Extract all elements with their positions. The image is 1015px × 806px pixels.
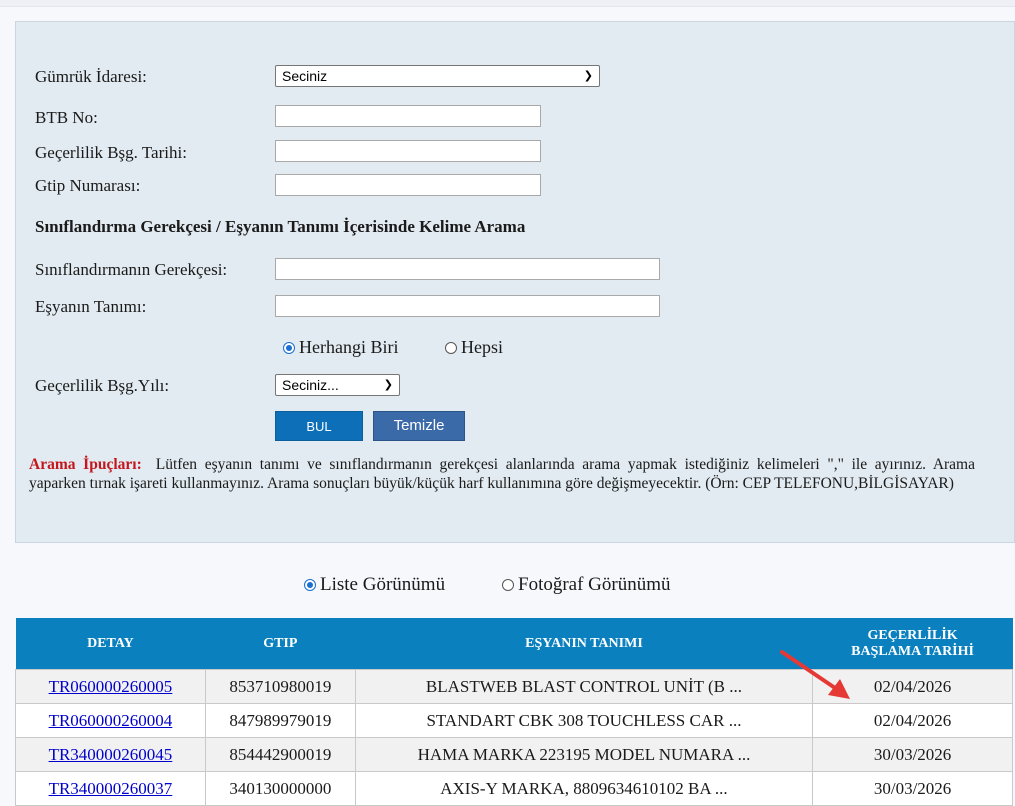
detay-header: DETAY xyxy=(15,618,206,670)
detay-cell: TR060000260004 xyxy=(15,703,206,738)
gecerlilik-yili-value: Seciniz... xyxy=(282,377,339,393)
tanim-cell: AXIS-Y MARKA, 8809634610102 BA ... xyxy=(354,771,814,806)
search-tips: Arama İpuçları: Lütfen eşyanın tanımı ve … xyxy=(29,455,975,493)
tarih-cell: 30/03/2026 xyxy=(812,771,1013,806)
detay-cell: TR340000260045 xyxy=(15,737,206,772)
gumruk-idaresi-select[interactable]: Seciniz ❯ xyxy=(275,65,600,87)
tips-text: Lütfen eşyanın tanımı ve sınıflandırmanı… xyxy=(29,456,975,492)
btb-no-input[interactable] xyxy=(275,105,541,127)
tips-heading: Arama İpuçları: xyxy=(29,456,142,473)
gerekce-label: Sınıflandırmanın Gerekçesi: xyxy=(35,260,228,279)
detay-link[interactable]: TR060000260005 xyxy=(49,677,173,696)
gerekce-input[interactable] xyxy=(275,258,660,280)
detay-cell: TR340000260037 xyxy=(15,771,206,806)
gtip-cell: 847989979019 xyxy=(204,703,356,738)
list-view-label: Liste Görünümü xyxy=(320,573,446,595)
list-view-option[interactable]: Liste Görünümü xyxy=(304,573,445,596)
gtip-cell: 853710980019 xyxy=(204,669,356,704)
match-all-radio[interactable] xyxy=(445,341,457,354)
results-table: DETAY GTIP EŞYANIN TANIMI GEÇERLİLİK BAŞ… xyxy=(15,618,1013,806)
photo-view-radio[interactable] xyxy=(502,578,514,591)
gtip-cell: 854442900019 xyxy=(204,737,356,772)
list-view-radio[interactable] xyxy=(304,578,316,591)
detay-link[interactable]: TR060000260004 xyxy=(49,711,173,730)
match-any-option[interactable]: Herhangi Biri xyxy=(283,337,398,358)
annotation-arrow-icon xyxy=(780,650,850,699)
detay-link[interactable]: TR340000260037 xyxy=(49,779,173,798)
photo-view-label: Fotoğraf Görünümü xyxy=(518,573,671,595)
match-any-label: Herhangi Biri xyxy=(299,337,399,357)
detay-cell: TR060000260005 xyxy=(15,669,206,704)
tanim-cell: HAMA MARKA 223195 MODEL NUMARA ... xyxy=(354,737,814,772)
match-all-option[interactable]: Hepsi xyxy=(445,337,503,358)
tanim-cell: STANDART CBK 308 TOUCHLESS CAR ... xyxy=(354,703,814,738)
gecerlilik-tarihi-input[interactable] xyxy=(275,140,541,162)
table-row: TR340000260045 854442900019 HAMA MARKA 2… xyxy=(15,737,1013,772)
tarih-cell: 30/03/2026 xyxy=(812,737,1013,772)
temizle-button[interactable]: Temizle xyxy=(373,411,465,441)
table-header-row: DETAY GTIP EŞYANIN TANIMI GEÇERLİLİK BAŞ… xyxy=(15,618,1013,670)
tanim-header: EŞYANIN TANIMI xyxy=(355,618,813,670)
tarih-header-line1: GEÇERLİLİK xyxy=(867,627,958,643)
bul-button[interactable]: BUL xyxy=(275,411,363,441)
gtip-cell: 340130000000 xyxy=(204,771,356,806)
detay-link[interactable]: TR340000260045 xyxy=(49,745,173,764)
table-row: TR060000260004 847989979019 STANDART CBK… xyxy=(15,703,1013,738)
table-row: TR340000260037 340130000000 AXIS-Y MARKA… xyxy=(15,771,1013,806)
tanim-label: Eşyanın Tanımı: xyxy=(35,297,147,316)
tarih-cell: 02/04/2026 xyxy=(812,703,1013,738)
chevron-down-icon: ❯ xyxy=(583,70,593,82)
btb-no-label: BTB No: xyxy=(35,108,98,127)
gecerlilik-yili-label: Geçerlilik Bşg.Yılı: xyxy=(35,376,170,395)
top-bar xyxy=(0,0,1015,7)
gumruk-idaresi-label: Gümrük İdaresi: xyxy=(35,67,147,86)
gtip-numarasi-label: Gtip Numarası: xyxy=(35,176,141,195)
keyword-search-heading: Sınıflandırma Gerekçesi / Eşyanın Tanımı… xyxy=(35,217,526,236)
table-row: TR060000260005 853710980019 BLASTWEB BLA… xyxy=(15,669,1013,704)
tarih-header-line2: BAŞLAMA TARİHİ xyxy=(851,643,974,659)
search-panel: Gümrük İdaresi: Seciniz ❯ BTB No: Geçerl… xyxy=(15,21,1015,543)
gumruk-idaresi-value: Seciniz xyxy=(282,68,328,84)
tanim-input[interactable] xyxy=(275,295,660,317)
chevron-down-icon: ❯ xyxy=(383,379,393,391)
match-all-label: Hepsi xyxy=(461,337,503,357)
photo-view-option[interactable]: Fotoğraf Görünümü xyxy=(502,573,671,596)
gecerlilik-yili-select[interactable]: Seciniz... ❯ xyxy=(275,374,400,396)
tanim-cell: BLASTWEB BLAST CONTROL UNİT (B ... xyxy=(354,669,814,704)
gtip-header: GTIP xyxy=(205,618,356,670)
match-any-radio[interactable] xyxy=(283,341,295,354)
gecerlilik-tarihi-label: Geçerlilik Bşg. Tarihi: xyxy=(35,143,187,162)
gtip-numarasi-input[interactable] xyxy=(275,174,541,196)
